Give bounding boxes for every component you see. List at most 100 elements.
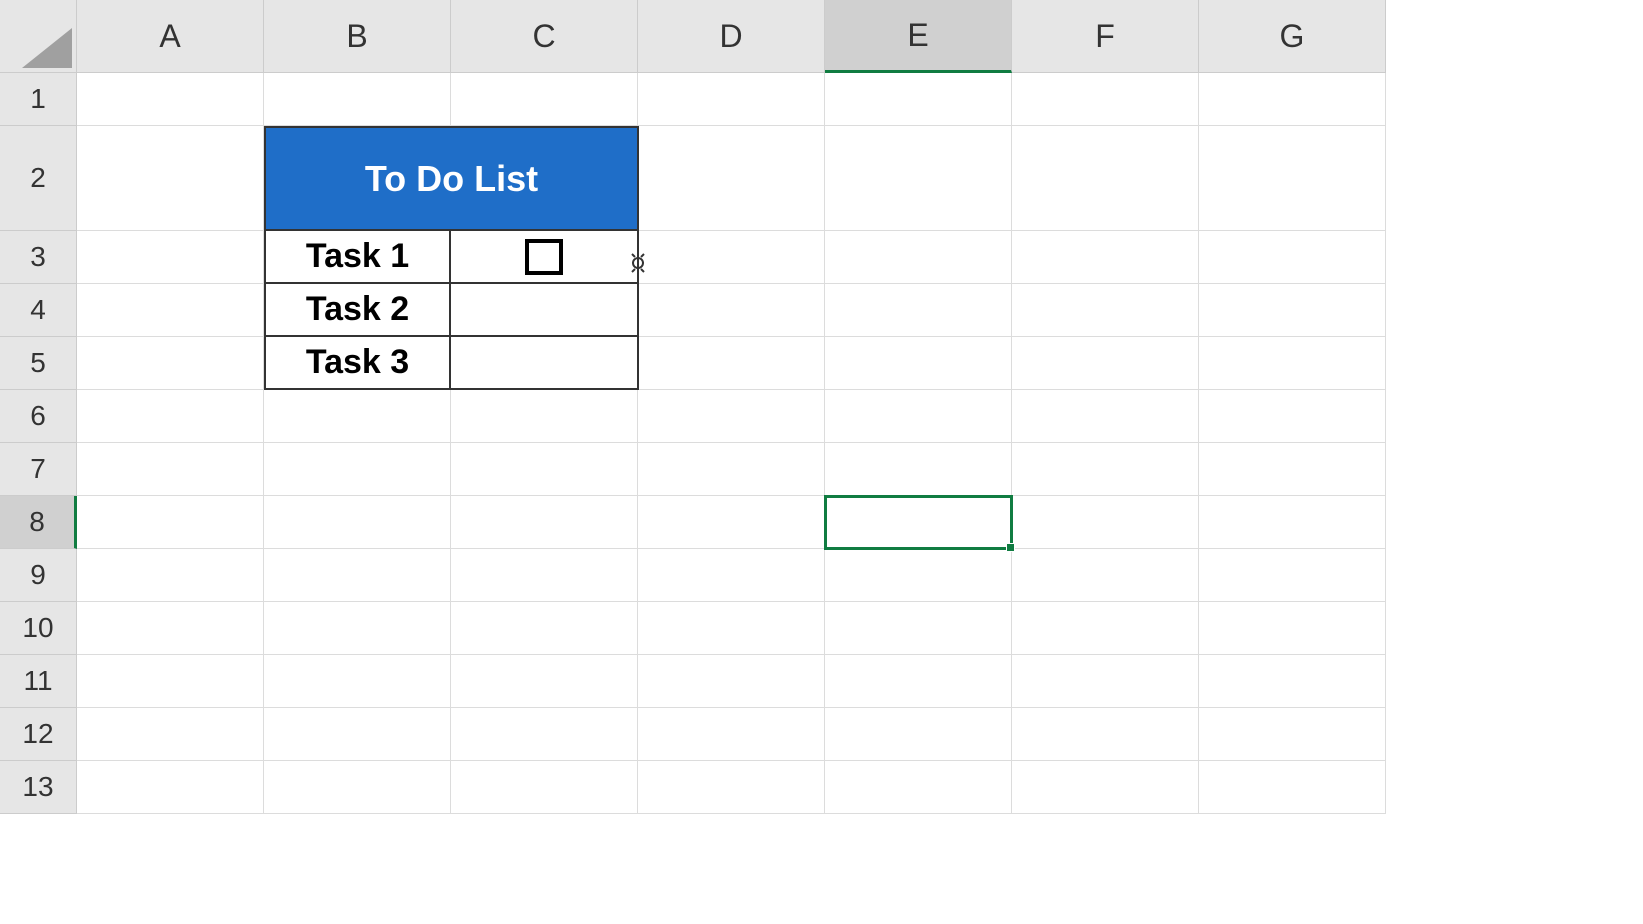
cell-e12[interactable] [825, 708, 1012, 761]
cell-d8[interactable] [638, 496, 825, 549]
row-header-4[interactable]: 4 [0, 284, 77, 337]
cell-f12[interactable] [1012, 708, 1199, 761]
column-header-a[interactable]: A [77, 0, 264, 73]
cell-a6[interactable] [77, 390, 264, 443]
cell-f2[interactable] [1012, 126, 1199, 231]
cell-b12[interactable] [264, 708, 451, 761]
cell-d5[interactable] [638, 337, 825, 390]
cell-e6[interactable] [825, 390, 1012, 443]
cell-e7[interactable] [825, 443, 1012, 496]
column-header-d[interactable]: D [638, 0, 825, 73]
cell-a3[interactable] [77, 231, 264, 284]
cell-a8[interactable] [77, 496, 264, 549]
cell-d3[interactable] [638, 231, 825, 284]
cell-d13[interactable] [638, 761, 825, 814]
cell-c11[interactable] [451, 655, 638, 708]
row-header-12[interactable]: 12 [0, 708, 77, 761]
cell-d11[interactable] [638, 655, 825, 708]
cell-b6[interactable] [264, 390, 451, 443]
column-header-c[interactable]: C [451, 0, 638, 73]
column-header-g[interactable]: G [1199, 0, 1386, 73]
cell-e13[interactable] [825, 761, 1012, 814]
task-check-cell-1[interactable] [451, 231, 639, 284]
cell-f5[interactable] [1012, 337, 1199, 390]
cell-e5[interactable] [825, 337, 1012, 390]
cell-d10[interactable] [638, 602, 825, 655]
cell-g13[interactable] [1199, 761, 1386, 814]
cell-c6[interactable] [451, 390, 638, 443]
cell-b9[interactable] [264, 549, 451, 602]
row-header-13[interactable]: 13 [0, 761, 77, 814]
cell-g5[interactable] [1199, 337, 1386, 390]
cell-g8[interactable] [1199, 496, 1386, 549]
cell-g12[interactable] [1199, 708, 1386, 761]
cell-f4[interactable] [1012, 284, 1199, 337]
cell-d2[interactable] [638, 126, 825, 231]
cell-g6[interactable] [1199, 390, 1386, 443]
checkbox-icon[interactable] [525, 239, 563, 275]
cell-a1[interactable] [77, 73, 264, 126]
cell-c13[interactable] [451, 761, 638, 814]
cell-c1[interactable] [451, 73, 638, 126]
cell-e1[interactable] [825, 73, 1012, 126]
cell-f7[interactable] [1012, 443, 1199, 496]
row-header-7[interactable]: 7 [0, 443, 77, 496]
cell-e11[interactable] [825, 655, 1012, 708]
cell-c10[interactable] [451, 602, 638, 655]
cell-d9[interactable] [638, 549, 825, 602]
cell-f6[interactable] [1012, 390, 1199, 443]
cell-e10[interactable] [825, 602, 1012, 655]
row-header-2[interactable]: 2 [0, 126, 77, 231]
cell-d7[interactable] [638, 443, 825, 496]
cell-a10[interactable] [77, 602, 264, 655]
select-all-corner[interactable] [0, 0, 77, 73]
column-header-f[interactable]: F [1012, 0, 1199, 73]
cell-d1[interactable] [638, 73, 825, 126]
cell-a11[interactable] [77, 655, 264, 708]
task-check-cell-2[interactable] [451, 284, 639, 337]
cell-f8[interactable] [1012, 496, 1199, 549]
cell-e3[interactable] [825, 231, 1012, 284]
cell-b10[interactable] [264, 602, 451, 655]
cell-g2[interactable] [1199, 126, 1386, 231]
cell-g1[interactable] [1199, 73, 1386, 126]
column-header-e[interactable]: E [825, 0, 1012, 73]
task-label-3[interactable]: Task 3 [264, 337, 451, 390]
task-label-2[interactable]: Task 2 [264, 284, 451, 337]
cell-c7[interactable] [451, 443, 638, 496]
cell-c9[interactable] [451, 549, 638, 602]
cell-a2[interactable] [77, 126, 264, 231]
cell-e9[interactable] [825, 549, 1012, 602]
row-header-10[interactable]: 10 [0, 602, 77, 655]
task-check-cell-3[interactable] [451, 337, 639, 390]
cell-g4[interactable] [1199, 284, 1386, 337]
cell-a12[interactable] [77, 708, 264, 761]
cell-b11[interactable] [264, 655, 451, 708]
row-header-8[interactable]: 8 [0, 496, 77, 549]
cell-a9[interactable] [77, 549, 264, 602]
cell-e8[interactable] [825, 496, 1012, 549]
cell-b1[interactable] [264, 73, 451, 126]
row-header-11[interactable]: 11 [0, 655, 77, 708]
cell-f13[interactable] [1012, 761, 1199, 814]
cell-b8[interactable] [264, 496, 451, 549]
cell-b7[interactable] [264, 443, 451, 496]
cell-c8[interactable] [451, 496, 638, 549]
cell-f11[interactable] [1012, 655, 1199, 708]
cell-e4[interactable] [825, 284, 1012, 337]
row-header-5[interactable]: 5 [0, 337, 77, 390]
cell-f3[interactable] [1012, 231, 1199, 284]
cell-a13[interactable] [77, 761, 264, 814]
row-header-6[interactable]: 6 [0, 390, 77, 443]
cell-g9[interactable] [1199, 549, 1386, 602]
column-header-b[interactable]: B [264, 0, 451, 73]
cell-a4[interactable] [77, 284, 264, 337]
cell-g3[interactable] [1199, 231, 1386, 284]
cell-d12[interactable] [638, 708, 825, 761]
row-header-1[interactable]: 1 [0, 73, 77, 126]
cell-f10[interactable] [1012, 602, 1199, 655]
cell-f9[interactable] [1012, 549, 1199, 602]
row-header-3[interactable]: 3 [0, 231, 77, 284]
cell-a7[interactable] [77, 443, 264, 496]
cell-g11[interactable] [1199, 655, 1386, 708]
